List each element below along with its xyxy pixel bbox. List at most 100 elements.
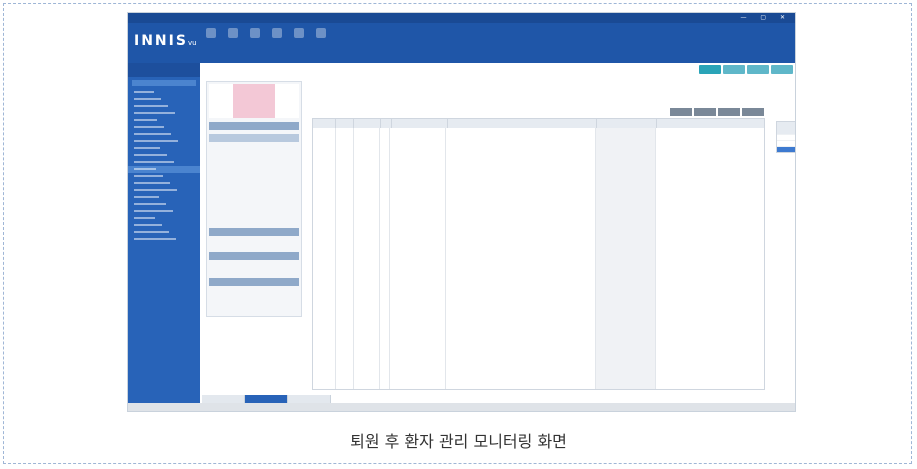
toolbar-calendar-button[interactable]	[246, 25, 264, 57]
grid-button-3[interactable]	[718, 108, 740, 116]
home-icon	[206, 28, 216, 38]
sidebar-item[interactable]	[128, 236, 200, 243]
sidebar-item[interactable]	[128, 89, 200, 96]
sidebar-item[interactable]	[128, 103, 200, 110]
sidebar-item[interactable]	[128, 229, 200, 236]
toolbar-print-button[interactable]	[290, 25, 308, 57]
sidebar-item-label	[134, 154, 167, 156]
action-button-2[interactable]	[723, 65, 745, 74]
tab-1[interactable]	[202, 395, 245, 403]
document-icon	[272, 28, 282, 38]
sidebar-item-label	[134, 231, 169, 233]
title-bar	[128, 13, 795, 23]
tab-3[interactable]	[288, 395, 331, 403]
patient-photo	[233, 84, 275, 118]
sidebar-item[interactable]	[128, 166, 200, 173]
window-controls[interactable]: — ▢ ✕	[740, 14, 791, 21]
column-divider	[595, 128, 596, 389]
column-divider	[335, 128, 336, 389]
sidebar-item[interactable]	[128, 222, 200, 229]
bottom-tabs	[202, 395, 331, 403]
sidebar-search[interactable]	[132, 80, 196, 86]
patient-section-bar	[209, 122, 299, 130]
sidebar-item-label	[134, 175, 163, 177]
sidebar-item[interactable]	[128, 201, 200, 208]
value-column-shade	[595, 128, 655, 389]
sidebar-item[interactable]	[128, 145, 200, 152]
patient-section-bar	[209, 228, 299, 236]
action-button-4[interactable]	[771, 65, 793, 74]
patient-section-bar	[209, 252, 299, 260]
sidebar-item-label	[134, 140, 178, 142]
grid-button-4[interactable]	[742, 108, 764, 116]
app-screenshot: — ▢ ✕ INNISvu	[127, 12, 796, 412]
sidebar-item[interactable]	[128, 180, 200, 187]
grid-button-2[interactable]	[694, 108, 716, 116]
sidebar-item[interactable]	[128, 159, 200, 166]
sidebar-item-label	[134, 133, 171, 135]
column-header[interactable]	[597, 119, 657, 128]
column-header[interactable]	[657, 119, 764, 128]
sidebar-item[interactable]	[128, 152, 200, 159]
main-content	[202, 63, 795, 395]
sidebar-item-label	[134, 91, 154, 93]
column-divider	[389, 128, 390, 389]
column-header[interactable]	[392, 119, 448, 128]
grid-header	[313, 119, 764, 128]
sidebar-header	[128, 63, 200, 77]
column-header[interactable]	[448, 119, 597, 128]
sidebar-item[interactable]	[128, 173, 200, 180]
toolbar-home-button[interactable]	[202, 25, 220, 57]
column-header[interactable]	[354, 119, 381, 128]
sidebar-item-label	[134, 126, 164, 128]
monitoring-grid	[312, 118, 765, 390]
patient-panel	[206, 81, 302, 317]
status-bar	[128, 403, 795, 411]
sidebar-item[interactable]	[128, 208, 200, 215]
app-header: — ▢ ✕ INNISvu	[128, 13, 795, 63]
sidebar-item[interactable]	[128, 110, 200, 117]
history-table	[776, 121, 795, 153]
history-panel	[776, 121, 795, 153]
patient-section-bar	[209, 278, 299, 286]
sidebar-item-label	[134, 189, 177, 191]
sidebar-item-label	[134, 238, 176, 240]
grid-button-group	[670, 108, 764, 116]
action-button-1[interactable]	[699, 65, 721, 74]
settings-icon	[316, 28, 326, 38]
sidebar-item[interactable]	[128, 215, 200, 222]
sidebar-item-label	[134, 182, 170, 184]
sidebar-item-label	[134, 217, 155, 219]
sidebar-item-label	[134, 210, 173, 212]
history-row-selected[interactable]	[777, 146, 795, 152]
sidebar-item-label	[134, 98, 161, 100]
tab-2-active[interactable]	[245, 395, 288, 403]
toolbar-settings-button[interactable]	[312, 25, 330, 57]
column-header[interactable]	[313, 119, 336, 128]
sidebar-item[interactable]	[128, 96, 200, 103]
sidebar-item[interactable]	[128, 124, 200, 131]
column-header[interactable]	[381, 119, 392, 128]
sidebar-item-label	[134, 161, 174, 163]
app-logo: INNISvu	[134, 33, 197, 49]
toolbar-document-button[interactable]	[268, 25, 286, 57]
grid-button-1[interactable]	[670, 108, 692, 116]
patient-info	[209, 84, 299, 118]
action-button-3[interactable]	[747, 65, 769, 74]
sidebar-item[interactable]	[128, 117, 200, 124]
print-icon	[294, 28, 304, 38]
sidebar-item-label	[134, 168, 156, 170]
toolbar-patient-button[interactable]	[224, 25, 242, 57]
sidebar-item[interactable]	[128, 187, 200, 194]
patient-icon	[228, 28, 238, 38]
sidebar-item[interactable]	[128, 138, 200, 145]
sidebar-item[interactable]	[128, 194, 200, 201]
logo-suffix: vu	[187, 39, 197, 47]
column-header[interactable]	[336, 119, 355, 128]
top-button-group	[699, 65, 793, 74]
sidebar-item-label	[134, 105, 168, 107]
toolbar	[202, 25, 330, 61]
sidebar-item[interactable]	[128, 131, 200, 138]
column-divider	[655, 128, 656, 389]
sidebar-item-label	[134, 196, 159, 198]
